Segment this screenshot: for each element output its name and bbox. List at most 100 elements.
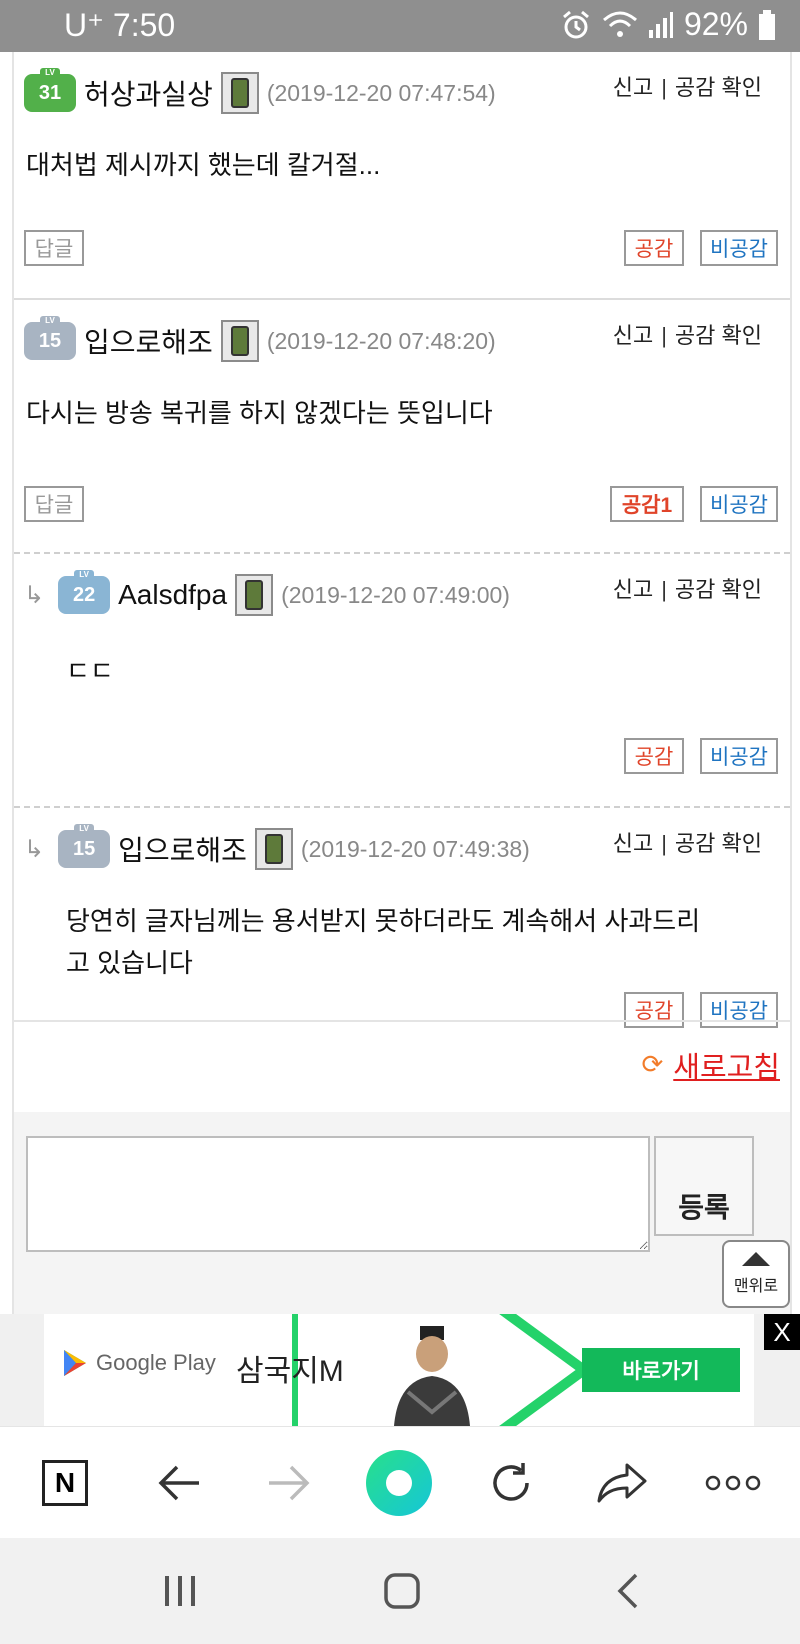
reply-button[interactable]: 답글 — [24, 230, 84, 266]
dislike-button[interactable]: 비공감 — [700, 738, 778, 774]
comment-textarea[interactable] — [26, 1136, 650, 1252]
system-nav-bar — [0, 1538, 800, 1644]
refresh-icon: ⟳ — [641, 1050, 664, 1080]
back-icon — [617, 1573, 638, 1609]
report-link[interactable]: 신고 — [613, 831, 653, 856]
nickname[interactable]: 입으로해조 — [84, 321, 213, 361]
like-check-link[interactable]: 공감 확인 — [675, 75, 762, 100]
nickname[interactable]: 허상과실상 — [84, 73, 213, 113]
home-button[interactable] — [342, 1538, 462, 1644]
refresh-label[interactable]: 새로고침 — [673, 1044, 780, 1086]
like-button[interactable]: 공감1 — [610, 486, 684, 522]
comment-date: (2019-12-20 07:49:38) — [300, 835, 530, 862]
clock: 7:50 — [112, 7, 176, 43]
scroll-to-top-label: 맨위로 — [733, 1278, 779, 1295]
nickname[interactable]: 입으로해조 — [118, 829, 247, 869]
up-arrow-icon — [742, 1252, 770, 1266]
refresh-row: ⟳ 새로고침 — [14, 1020, 790, 1114]
refresh-button[interactable]: ⟳ 새로고침 — [641, 1044, 780, 1086]
signal-icon — [648, 11, 673, 38]
reply-arrow-icon: ↳ — [24, 581, 45, 609]
reload-icon — [493, 1463, 529, 1501]
like-button[interactable]: 공감 — [624, 230, 684, 266]
report-link[interactable]: 신고 — [613, 323, 653, 348]
mobile-icon — [235, 574, 274, 616]
comment-list: LV 31 허상과실상 (2019-12-20 07:47:54) 신고 | 공감 확… — [12, 52, 792, 1314]
store-name: Google Play — [96, 1350, 216, 1375]
status-bar: U⁺ 7:50 92% — [0, 0, 800, 52]
report-link[interactable]: 신고 — [613, 577, 653, 602]
wifi-icon — [602, 11, 637, 37]
like-check-link[interactable]: 공감 확인 — [675, 577, 762, 602]
ad-chevron-graphic — [499, 1314, 593, 1426]
mobile-icon — [220, 320, 259, 362]
system-back-button[interactable] — [568, 1538, 688, 1644]
back-button[interactable] — [124, 1427, 234, 1539]
naver-home-icon: N — [42, 1460, 88, 1506]
comment-body: 다시는 방송 복귀를 하지 않겠다는 뜻입니다 — [26, 398, 493, 428]
separator: | — [661, 831, 667, 856]
back-icon — [158, 1465, 199, 1501]
ad-title: 삼국지M — [236, 1355, 344, 1388]
submit-button[interactable]: 등록 — [654, 1136, 754, 1236]
separator: | — [661, 577, 667, 602]
ad-character-image — [394, 1326, 470, 1426]
naver-home-button[interactable]: N — [10, 1427, 120, 1539]
alarm-icon — [562, 10, 589, 38]
dislike-button[interactable]: 비공감 — [700, 230, 778, 266]
reply-arrow-icon: ↳ — [24, 835, 45, 863]
browser-toolbar: N — [0, 1426, 800, 1539]
recent-apps-icon — [165, 1576, 195, 1606]
comment-body: 대처법 제시까지 했는데 칼거절... — [26, 150, 381, 180]
dislike-button[interactable]: 비공감 — [700, 486, 778, 522]
recent-apps-button[interactable] — [120, 1538, 240, 1644]
carrier: U⁺ — [64, 7, 104, 43]
google-play-badge: Google Play — [62, 1348, 216, 1378]
reply-comment-item: ↳ LV 22 Aalsdfpa (2019-12-20 07:49:00) 신고… — [14, 552, 790, 808]
battery-percent: 92% — [683, 6, 748, 42]
like-check-link[interactable]: 공감 확인 — [675, 831, 762, 856]
mobile-icon — [220, 72, 259, 114]
comment-body-line: 당연히 글자님께는 용서받지 못하더라도 계속해서 사과드리 — [66, 906, 701, 936]
like-button[interactable]: 공감 — [624, 738, 684, 774]
comment-body: 당연히 글자님께는 용서받지 못하더라도 계속해서 사과드리 고 있습니다 — [66, 900, 700, 984]
green-dot-icon — [366, 1450, 432, 1516]
mobile-icon — [254, 828, 293, 870]
level-badge: LV 15 — [24, 316, 76, 360]
report-link[interactable]: 신고 — [613, 75, 653, 100]
status-icons: 92% — [560, 6, 776, 43]
forward-icon — [269, 1465, 310, 1501]
share-button[interactable] — [568, 1427, 678, 1539]
comment-item: LV 31 허상과실상 (2019-12-20 07:47:54) 신고 | 공감 확… — [14, 52, 790, 288]
like-check-link[interactable]: 공감 확인 — [675, 323, 762, 348]
comment-date: (2019-12-20 07:48:20) — [266, 327, 496, 354]
level-badge: LV 22 — [58, 570, 111, 614]
comment-date: (2019-12-20 07:47:54) — [266, 79, 496, 106]
more-button[interactable] — [678, 1427, 788, 1539]
share-icon — [597, 1463, 647, 1503]
comment-date: (2019-12-20 07:49:00) — [281, 581, 510, 608]
comment-form: 등록 — [14, 1112, 790, 1314]
more-icon — [705, 1475, 761, 1491]
separator: | — [661, 323, 667, 348]
comment-body-line: 고 있습니다 — [66, 948, 193, 978]
scroll-to-top-button[interactable]: 맨위로 — [722, 1240, 790, 1308]
nickname[interactable]: Aalsdfpa — [118, 579, 227, 611]
carrier-label: U⁺ 7:50 — [64, 6, 175, 44]
comment-body: ㄷㄷ — [66, 656, 114, 686]
google-play-icon — [64, 1350, 86, 1376]
level-badge: LV 15 — [58, 824, 111, 868]
separator: | — [661, 75, 667, 100]
green-dot-button[interactable] — [344, 1427, 454, 1539]
ad-banner[interactable]: Google Play 삼국지M 바로가기 ! — [0, 1314, 800, 1426]
level-badge: LV 31 — [24, 68, 76, 112]
ad-cta-button[interactable]: 바로가기 — [582, 1348, 740, 1392]
battery-icon — [759, 9, 775, 40]
reply-comment-item: ↳ LV 15 입으로해조 (2019-12-20 07:49:38) 신고 | 공감… — [14, 806, 790, 1028]
ad-close-button[interactable]: X — [764, 1314, 800, 1350]
comment-item: LV 15 입으로해조 (2019-12-20 07:48:20) 신고 | 공감 확… — [14, 298, 790, 554]
forward-button[interactable] — [234, 1427, 344, 1539]
home-icon — [384, 1573, 420, 1609]
reload-button[interactable] — [456, 1427, 566, 1539]
reply-button[interactable]: 답글 — [24, 486, 84, 522]
